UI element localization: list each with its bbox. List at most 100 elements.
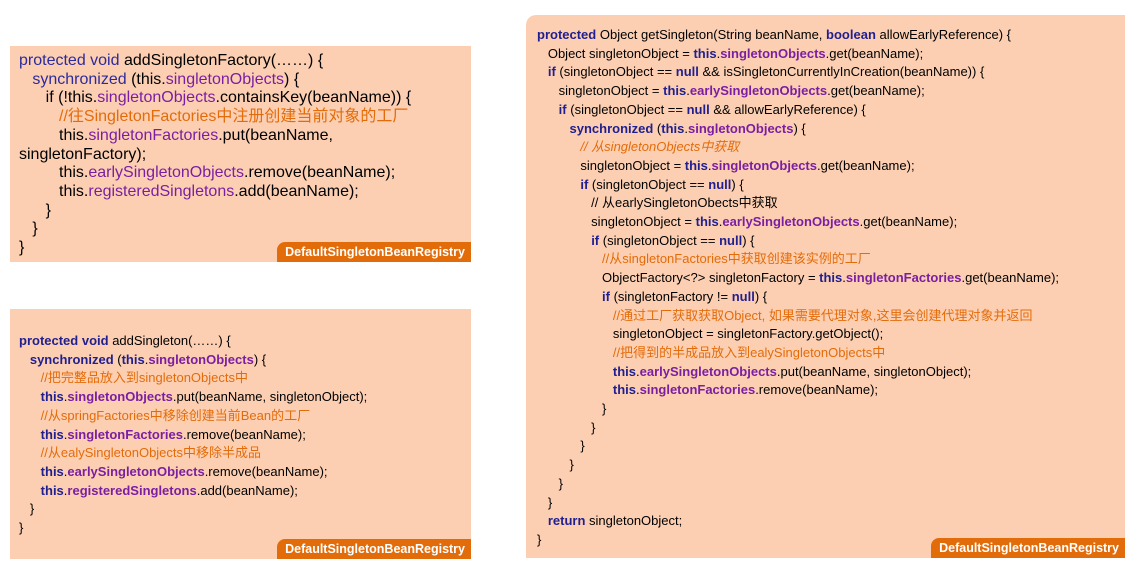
code-token: }: [537, 457, 574, 473]
code-token: addSingleton(……) {: [108, 333, 231, 348]
keyword-token: this: [40, 482, 64, 498]
add-singleton-factory-panel: protected void addSingletonFactory(……) {…: [10, 46, 471, 262]
field-token: registeredSingletons: [88, 182, 235, 200]
code-line: if (singletonObject == null && allowEarl…: [537, 101, 1125, 120]
keyword-token: null: [675, 64, 699, 80]
field-token: singletonObjects: [97, 89, 216, 107]
code-token: (this.: [126, 70, 166, 88]
code-token: ) {: [731, 176, 744, 192]
code-token: }: [537, 401, 607, 417]
keyword-token: null: [731, 288, 755, 304]
field-token: registeredSingletons: [67, 482, 197, 498]
code-line: //把得到的半成品放入到ealySingletonObjects中: [537, 344, 1125, 363]
code-token: this.: [19, 164, 89, 182]
code-token: singletonObject =: [537, 83, 664, 99]
field-token: singletonObjects: [711, 157, 817, 173]
class-tag: DefaultSingletonBeanRegistry: [277, 242, 471, 262]
code-token: .get(beanName);: [827, 83, 925, 99]
code-line: }: [19, 500, 471, 519]
code-token: && allowEarlyReference) {: [709, 101, 866, 117]
keyword-token: this: [40, 426, 64, 442]
code-line: //把完整品放入到singletonObjects中: [19, 369, 471, 388]
field-token: singletonObjects: [720, 45, 826, 61]
field-token: singletonObjects: [148, 351, 254, 367]
keyword-token: synchronized: [569, 120, 654, 136]
code-token: Object getSingleton(String beanName,: [596, 27, 827, 42]
code-token: .add(beanName);: [196, 482, 298, 498]
code-line: //从springFactories中移除创建当前Bean的工厂: [19, 407, 471, 426]
field-token: singletonFactories: [845, 270, 962, 286]
field-token: earlySingletonObjects: [689, 83, 828, 99]
code-block: protected void addSingletonFactory(……) {…: [19, 52, 471, 258]
keyword-token: this: [661, 120, 685, 136]
keyword-token: this: [684, 157, 708, 173]
keyword-token: this: [612, 363, 636, 379]
code-line: protected Object getSingleton(String bea…: [537, 26, 1125, 45]
code-line: singletonObject = this.earlySingletonObj…: [537, 213, 1125, 232]
field-token: earlySingletonObjects: [88, 164, 244, 182]
code-line: singletonObject = singletonFactory.getOb…: [537, 325, 1125, 344]
keyword-token: null: [719, 232, 743, 248]
code-token: singletonObject;: [585, 513, 683, 529]
add-singleton-panel: protected void addSingleton(……) { synchr…: [10, 309, 471, 559]
code-line: }: [537, 456, 1125, 475]
code-line: }: [537, 475, 1125, 494]
keyword-token: if: [591, 232, 600, 248]
code-line: // 从earlySingletonObects中获取: [537, 194, 1125, 213]
code-token: // 从earlySingletonObects中获取: [537, 195, 778, 211]
comment-token: //把得到的半成品放入到ealySingletonObjects中: [612, 344, 886, 360]
code-line: //通过工厂获取获取Object, 如果需要代理对象,这里会创建代理对象并返回: [537, 307, 1125, 326]
code-token: .get(beanName);: [817, 157, 915, 173]
comment-token: //从springFactories中移除创建当前Bean的工厂: [40, 407, 311, 423]
code-token: singletonObject =: [537, 214, 696, 230]
class-tag: DefaultSingletonBeanRegistry: [931, 538, 1125, 558]
keyword-token: protected: [537, 27, 597, 42]
code-token: (singletonObject ==: [588, 176, 709, 192]
code-line: ObjectFactory<?> singletonFactory = this…: [537, 269, 1125, 288]
keyword-token: this: [663, 83, 687, 99]
code-line: singletonObject = this.earlySingletonObj…: [537, 82, 1125, 101]
code-token: (singletonObject ==: [566, 101, 687, 117]
code-line: this.registeredSingletons.add(beanName);: [19, 183, 471, 202]
code-line: synchronized (this.singletonObjects) {: [537, 120, 1125, 139]
field-token: singletonObjects: [67, 389, 173, 405]
code-token: .put(beanName, singletonObject);: [172, 389, 368, 405]
code-token: (singletonFactory !=: [609, 288, 732, 304]
code-line: Object singletonObject = this.singletonO…: [537, 45, 1125, 64]
code-token: .get(beanName);: [825, 45, 924, 61]
field-token: earlySingletonObjects: [67, 463, 205, 479]
code-line: //往SingletonFactories中注册创建当前对象的工厂: [19, 108, 471, 127]
code-line: this.earlySingletonObjects.remove(beanNa…: [19, 164, 471, 183]
code-token: .containsKey(beanName)) {: [215, 89, 412, 107]
code-token: singletonObject = singletonFactory.getOb…: [537, 326, 884, 342]
code-token: if (!this.: [19, 89, 98, 107]
code-token: }: [537, 494, 553, 510]
keyword-token: if: [602, 288, 610, 304]
code-token: allowEarlyReference) {: [875, 27, 1012, 42]
code-line: this.registeredSingletons.add(beanName);: [19, 482, 471, 501]
code-line: this.earlySingletonObjects.put(beanName,…: [537, 363, 1125, 382]
code-line: singletonObject = this.singletonObjects.…: [537, 157, 1125, 176]
code-token: ) {: [284, 70, 300, 88]
code-token: }: [537, 531, 542, 547]
keyword-token: this: [612, 382, 636, 398]
code-token: ) {: [253, 351, 267, 367]
code-line: return singletonObject;: [537, 512, 1125, 531]
code-line: this.earlySingletonObjects.remove(beanNa…: [19, 463, 471, 482]
comment-token: //从singletonFactories中获取创建该实例的工厂: [602, 251, 871, 267]
code-line: protected void addSingletonFactory(……) {: [19, 52, 471, 71]
keyword-token: synchronized: [32, 70, 127, 88]
code-line: if (singletonFactory != null) {: [537, 288, 1125, 307]
keyword-token: this: [121, 351, 145, 367]
code-token: .get(beanName);: [859, 214, 958, 230]
code-token: ) {: [754, 288, 768, 304]
code-token: .get(beanName);: [961, 270, 1060, 286]
